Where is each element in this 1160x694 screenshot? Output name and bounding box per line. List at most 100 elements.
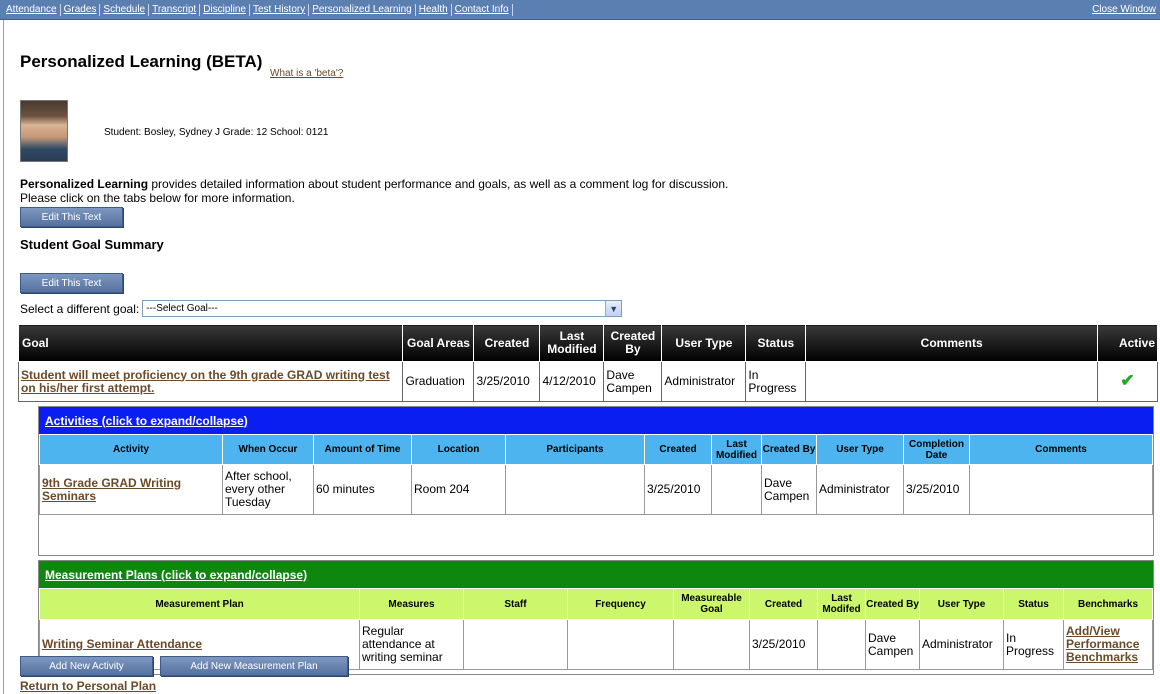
time-cell: 60 minutes (313, 464, 412, 515)
comments-cell (969, 464, 1153, 515)
header-last-modified: Last Modified (539, 324, 605, 362)
active-cell: ✔ (1096, 361, 1159, 402)
student-info: Student: Bosley, Sydney J Grade: 12 Scho… (104, 127, 329, 138)
activity-link[interactable]: 9th Grade GRAD Writing Seminars (42, 476, 181, 503)
activities-table: Activity When Occur Amount of Time Locat… (39, 434, 1153, 515)
return-to-personal-plan-link[interactable]: Return to Personal Plan (20, 680, 156, 693)
header-when-occur: When Occur (222, 434, 314, 465)
nav-discipline[interactable]: Discipline (200, 3, 250, 16)
add-new-activity-button[interactable]: Add New Activity (20, 656, 153, 676)
created-by-cell: Dave Campen (761, 464, 817, 515)
header-comments: Comments (969, 434, 1153, 465)
close-window-link[interactable]: Close Window (1092, 4, 1156, 15)
intro-text: Personalized Learning provides detailed … (20, 177, 728, 205)
select-label: Select a different goal: (20, 301, 140, 316)
nav-transcript[interactable]: Transcript (149, 3, 201, 16)
header-measures: Measures (359, 588, 464, 620)
header-created: Created (473, 324, 541, 362)
chevron-down-icon[interactable]: ▼ (605, 301, 622, 316)
edit-text-button-1[interactable]: Edit This Text (20, 207, 123, 227)
header-measureable-goal: Measureable Goal (673, 588, 750, 620)
goal-link[interactable]: Student will meet proficiency on the 9th… (21, 368, 390, 395)
header-goal-areas: Goal Areas (402, 324, 475, 362)
goal-table-header: Goal Goal Areas Created Last Modified Cr… (17, 324, 1159, 362)
header-benchmarks: Benchmarks (1063, 588, 1153, 620)
goal-select-row: Select a different goal: ---Select Goal-… (20, 300, 623, 317)
header-frequency: Frequency (567, 588, 674, 620)
activities-table-header: Activity When Occur Amount of Time Locat… (39, 434, 1153, 465)
user-type-cell: Administrator (919, 619, 1004, 670)
created-cell: 3/25/2010 (644, 464, 712, 515)
completion-cell: 3/25/2010 (903, 464, 970, 515)
header-user-type: User Type (816, 434, 904, 465)
nav-grades[interactable]: Grades (61, 3, 101, 16)
comments-cell (805, 361, 1098, 402)
activities-header: Activities (click to expand/collapse) (39, 407, 1153, 434)
nav-health[interactable]: Health (416, 3, 452, 16)
status-cell: In Progress (1003, 619, 1064, 670)
header-status: Status (745, 324, 807, 362)
table-row: Student will meet proficiency on the 9th… (17, 361, 1159, 402)
header-measurement-plan: Measurement Plan (39, 588, 360, 620)
when-cell: After school, every other Tuesday (222, 464, 314, 515)
header-created: Created (749, 588, 818, 620)
header-active: Active (1096, 324, 1159, 362)
top-nav-bar: Attendance Grades Schedule Transcript Di… (0, 0, 1160, 20)
nav-attendance[interactable]: Attendance (3, 3, 61, 16)
user-type-cell: Administrator (661, 361, 747, 402)
modified-cell (711, 464, 762, 515)
benchmarks-link[interactable]: Add/View Performance Benchmarks (1066, 624, 1139, 664)
goal-areas-cell: Graduation (402, 361, 475, 402)
header-created-by: Created By (761, 434, 817, 465)
activities-section: Activities (click to expand/collapse) Ac… (38, 406, 1154, 556)
checkmark-icon: ✔ (1120, 371, 1135, 390)
participants-cell (505, 464, 645, 515)
measurement-toggle-link[interactable]: Measurement Plans (click to expand/colla… (45, 568, 307, 582)
header-goal: Goal (17, 324, 404, 362)
intro-line2: Please click on the tabs below for more … (20, 191, 295, 205)
header-staff: Staff (463, 588, 568, 620)
plan-link[interactable]: Writing Seminar Attendance (42, 637, 202, 651)
created-cell: 3/25/2010 (749, 619, 818, 670)
created-by-cell: Dave Campen (603, 361, 663, 402)
header-user-type: User Type (661, 324, 747, 362)
nav-test-history[interactable]: Test History (250, 3, 310, 16)
nav-schedule[interactable]: Schedule (100, 3, 150, 16)
measurement-header: Measurement Plans (click to expand/colla… (39, 561, 1153, 588)
header-completion-date: Completion Date (903, 434, 970, 465)
add-new-measurement-plan-button[interactable]: Add New Measurement Plan (160, 656, 348, 676)
benchmarks-cell: Add/View Performance Benchmarks (1063, 619, 1153, 670)
status-cell: In Progress (745, 361, 807, 402)
header-user-type: User Type (919, 588, 1004, 620)
goal-select-value: ---Select Goal--- (146, 303, 218, 314)
intro-rest: provides detailed information about stud… (148, 177, 729, 191)
header-status: Status (1003, 588, 1064, 620)
table-row: 9th Grade GRAD Writing Seminars After sc… (39, 464, 1153, 515)
measures-cell: Regular attendance at writing seminar (359, 619, 464, 670)
location-cell: Room 204 (411, 464, 506, 515)
header-amount-of-time: Amount of Time (313, 434, 412, 465)
goal-table: Goal Goal Areas Created Last Modified Cr… (17, 324, 1159, 402)
header-last-modified: Last Modifed (817, 588, 866, 620)
header-created: Created (644, 434, 712, 465)
activity-cell: 9th Grade GRAD Writing Seminars (39, 464, 223, 515)
modified-cell (817, 619, 866, 670)
activities-toggle-link[interactable]: Activities (click to expand/collapse) (45, 414, 248, 428)
goal-select[interactable]: ---Select Goal--- ▼ (142, 300, 623, 317)
what-is-beta-link[interactable]: What is a 'beta'? (270, 68, 343, 79)
page-title: Personalized Learning (BETA) (20, 52, 263, 71)
header-created-by: Created By (603, 324, 663, 362)
header-participants: Participants (505, 434, 645, 465)
student-photo (20, 100, 68, 162)
header-activity: Activity (39, 434, 223, 465)
nav-personalized-learning[interactable]: Personalized Learning (309, 3, 416, 16)
header-comments: Comments (805, 324, 1098, 362)
header-created-by: Created By (865, 588, 920, 620)
edit-text-button-2[interactable]: Edit This Text (20, 273, 123, 293)
header-last-modified: Last Modified (711, 434, 762, 465)
created-by-cell: Dave Campen (865, 619, 920, 670)
modified-cell: 4/12/2010 (539, 361, 605, 402)
goal-cell: Student will meet proficiency on the 9th… (17, 361, 404, 402)
nav-contact-info[interactable]: Contact Info (452, 3, 513, 16)
measureable-goal-cell (673, 619, 750, 670)
